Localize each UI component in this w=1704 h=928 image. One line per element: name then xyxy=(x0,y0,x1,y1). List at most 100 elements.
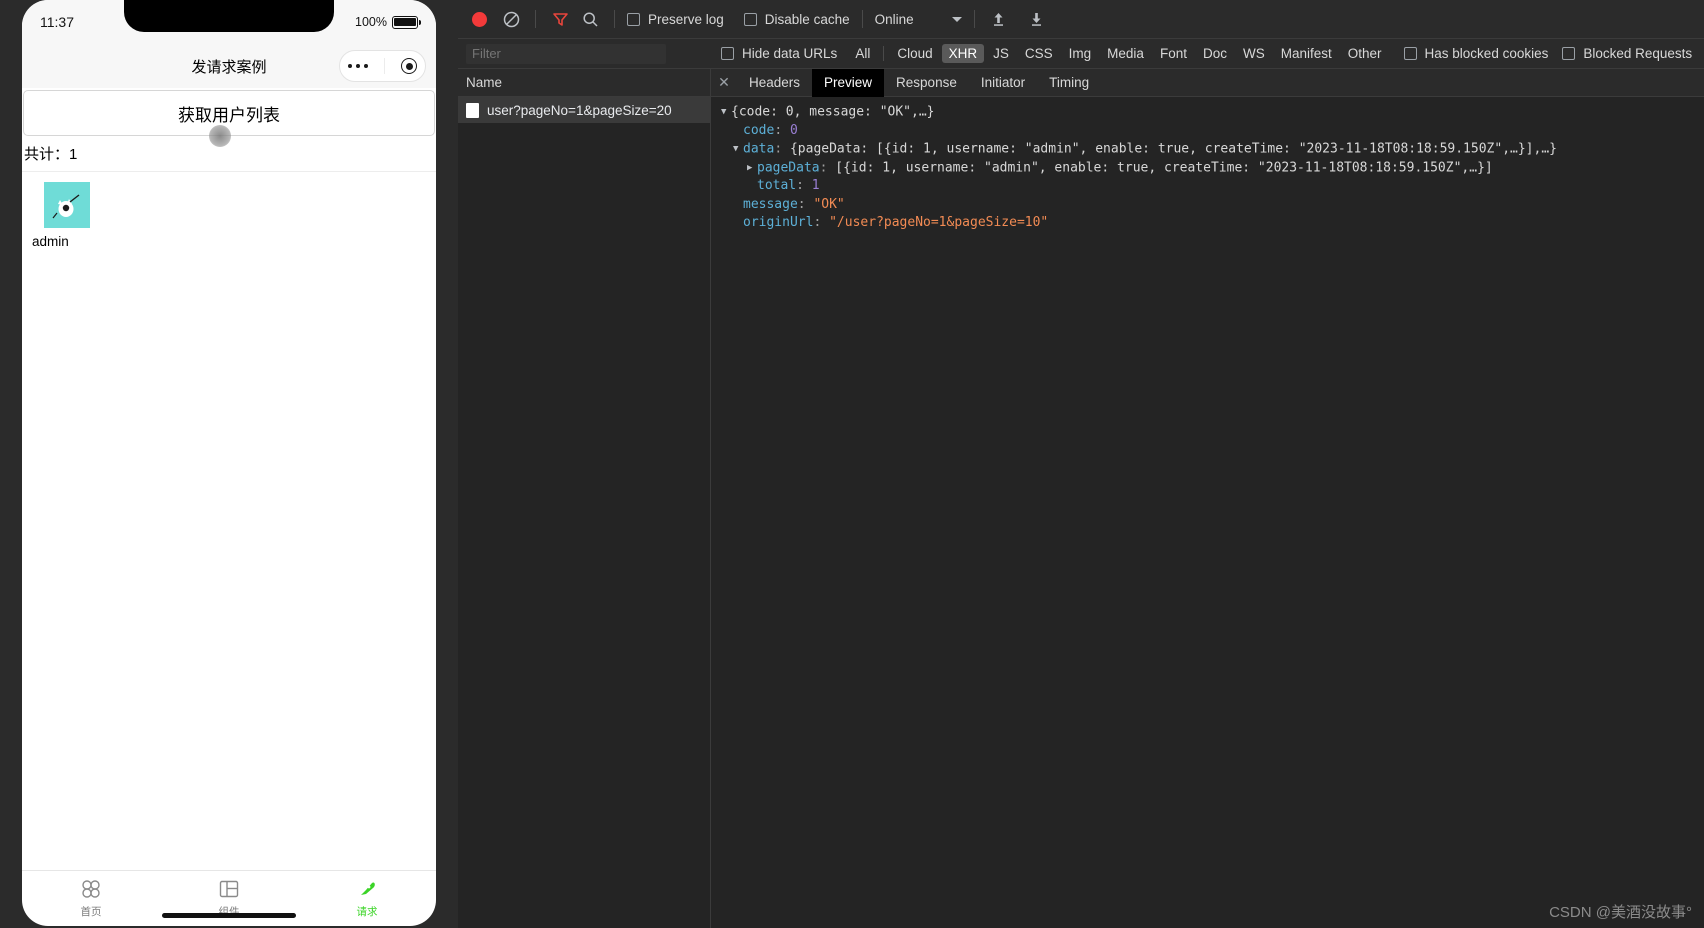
plug-icon xyxy=(361,882,375,895)
json-key-data: data xyxy=(743,141,775,157)
filter-type-cloud[interactable]: Cloud xyxy=(890,44,939,63)
hide-data-urls-box[interactable] xyxy=(721,47,734,60)
filter-type-other[interactable]: Other xyxy=(1341,44,1389,63)
total-count-label: 共计：1 xyxy=(24,146,78,163)
tab-headers[interactable]: Headers xyxy=(737,69,812,97)
layout-icon xyxy=(219,880,239,898)
avatar-illustration-icon xyxy=(52,194,80,219)
record-icon[interactable] xyxy=(472,11,487,27)
phone-frame: 11:37 100% 发请求案例 获取用户列表 共计：1 admin 首页 组件… xyxy=(22,0,436,926)
tab-timing[interactable]: Timing xyxy=(1037,69,1101,97)
tab-request[interactable]: 请求 xyxy=(298,878,436,919)
detail-tab-bar: ✕ Headers Preview Response Initiator Tim… xyxy=(711,68,1704,97)
home-indicator xyxy=(162,913,296,918)
watermark: CSDN @美酒没故事° xyxy=(1549,904,1692,921)
json-value-code: 0 xyxy=(789,122,798,138)
toolbar-divider-1 xyxy=(535,10,536,28)
close-icon[interactable]: ✕ xyxy=(711,74,737,91)
preserve-log-checkbox[interactable]: Preserve log xyxy=(627,12,724,27)
disable-cache-label: Disable cache xyxy=(764,11,850,27)
filter-icon[interactable] xyxy=(548,7,572,31)
filter-type-xhr[interactable]: XHR xyxy=(941,44,985,63)
blocked-requests-checkbox[interactable]: Blocked Requests xyxy=(1562,46,1692,61)
filter-type-all[interactable]: All xyxy=(848,44,877,63)
filter-type-media[interactable]: Media xyxy=(1100,44,1151,63)
json-key-code: code xyxy=(743,122,775,138)
fetch-user-list-button[interactable]: 获取用户列表 xyxy=(23,90,435,147)
clear-icon[interactable] xyxy=(499,7,523,31)
tab-initiator[interactable]: Initiator xyxy=(969,69,1037,97)
chevron-down-icon[interactable] xyxy=(951,16,962,22)
expand-arrow-icon-data[interactable]: ▼ xyxy=(733,140,743,159)
phone-nav-bar: 发请求案例 xyxy=(22,44,436,88)
capsule-divider xyxy=(384,58,386,74)
filter-type-doc[interactable]: Doc xyxy=(1196,44,1234,63)
expand-arrow-icon[interactable]: ▼ xyxy=(721,103,731,122)
phone-notch xyxy=(124,0,334,32)
list-item-label: admin xyxy=(32,234,69,249)
request-list-panel: Name user?pageNo=1&pageSize=20 xyxy=(458,69,711,928)
json-line-message: message: "OK" xyxy=(743,196,845,212)
upload-arrow-icon[interactable] xyxy=(987,7,1011,31)
json-line-root[interactable]: ▼ {code: 0, message: "OK",…} xyxy=(721,103,1704,122)
throttle-value: Online xyxy=(874,11,914,27)
json-line-pagedata[interactable]: ▶ pageData: [{id: 1, username: "admin", e… xyxy=(721,159,1704,178)
grid-icon xyxy=(82,880,100,898)
json-line-code: code: 0 xyxy=(743,122,798,138)
json-value-total: 1 xyxy=(811,178,820,193)
search-input[interactable] xyxy=(466,43,666,64)
json-root-summary: {code: 0, message: "OK",…} xyxy=(731,104,935,120)
filter-type-manifest[interactable]: Manifest xyxy=(1274,44,1339,63)
toolbar-divider-3 xyxy=(861,10,863,28)
toolbar-divider-4 xyxy=(973,10,975,28)
filter-type-ws[interactable]: WS xyxy=(1236,44,1272,63)
json-value-message: "OK" xyxy=(813,196,845,212)
json-key-total: total xyxy=(757,178,797,193)
status-right-group: 100% xyxy=(355,15,421,29)
list-item[interactable]: admin xyxy=(32,182,92,249)
blocked-requests-box[interactable] xyxy=(1562,47,1576,60)
has-blocked-cookies-box[interactable] xyxy=(1403,47,1417,60)
network-toolbar: Preserve log Disable cache Online xyxy=(458,0,1704,39)
has-blocked-cookies-checkbox[interactable]: Has blocked cookies xyxy=(1403,46,1548,61)
devtools-panel: Preserve log Disable cache Online Filter… xyxy=(458,0,1704,928)
request-column-header-label: Name xyxy=(466,75,503,90)
disable-cache-checkbox[interactable]: Disable cache xyxy=(743,11,850,27)
disable-cache-box[interactable] xyxy=(743,12,757,26)
preserve-log-box[interactable] xyxy=(627,12,640,26)
json-value-originurl: "/user?pageNo=1&pageSize=10" xyxy=(829,215,1049,230)
hide-data-urls-label: Hide data URLs xyxy=(742,46,838,61)
filter-type-img[interactable]: Img xyxy=(1062,44,1099,63)
request-column-header[interactable]: Name xyxy=(458,69,710,97)
avatar xyxy=(44,182,90,228)
toolbar-divider-2 xyxy=(614,10,615,28)
json-key-pagedata: pageData xyxy=(757,160,820,175)
blocked-requests-label: Blocked Requests xyxy=(1583,46,1693,61)
tab-preview[interactable]: Preview xyxy=(812,68,885,97)
devtools-body: Name user?pageNo=1&pageSize=20 ✕ Headers… xyxy=(458,68,1704,928)
more-menu-icon[interactable] xyxy=(347,63,369,69)
filter-type-js[interactable]: JS xyxy=(986,44,1016,63)
filter-type-font[interactable]: Font xyxy=(1153,44,1194,63)
tab-home[interactable]: 首页 xyxy=(22,878,160,919)
close-target-icon[interactable] xyxy=(401,58,418,74)
json-line-originurl: originUrl: "/user?pageNo=1&pageSize=10" xyxy=(743,215,1049,230)
miniprogram-capsule[interactable] xyxy=(339,50,426,82)
collapse-arrow-icon-pagedata[interactable]: ▶ xyxy=(747,159,757,178)
throttle-select[interactable]: Online xyxy=(875,12,962,27)
json-line-total: total: 1 xyxy=(757,178,820,193)
network-filter-bar: Hide data URLs All Cloud XHR JS CSS Img … xyxy=(458,39,1704,69)
table-row[interactable]: user?pageNo=1&pageSize=20 xyxy=(458,97,710,123)
hide-data-urls-checkbox[interactable]: Hide data URLs xyxy=(721,46,837,61)
battery-percent: 100% xyxy=(355,15,387,29)
json-value-data: {pageData: [{id: 1, username: "admin", e… xyxy=(789,141,1557,157)
tab-response[interactable]: Response xyxy=(884,69,969,97)
fetch-user-list-label: 获取用户列表 xyxy=(178,105,280,125)
page-title: 发请求案例 xyxy=(191,58,267,76)
app-root: 11:37 100% 发请求案例 获取用户列表 共计：1 admin 首页 组件… xyxy=(0,0,1704,928)
filter-type-css[interactable]: CSS xyxy=(1018,44,1060,63)
json-line-data[interactable]: ▼ data: {pageData: [{id: 1, username: "ad… xyxy=(721,140,1704,159)
search-icon[interactable] xyxy=(578,7,602,31)
preserve-log-label: Preserve log xyxy=(648,11,724,27)
download-arrow-icon[interactable] xyxy=(1025,7,1049,31)
